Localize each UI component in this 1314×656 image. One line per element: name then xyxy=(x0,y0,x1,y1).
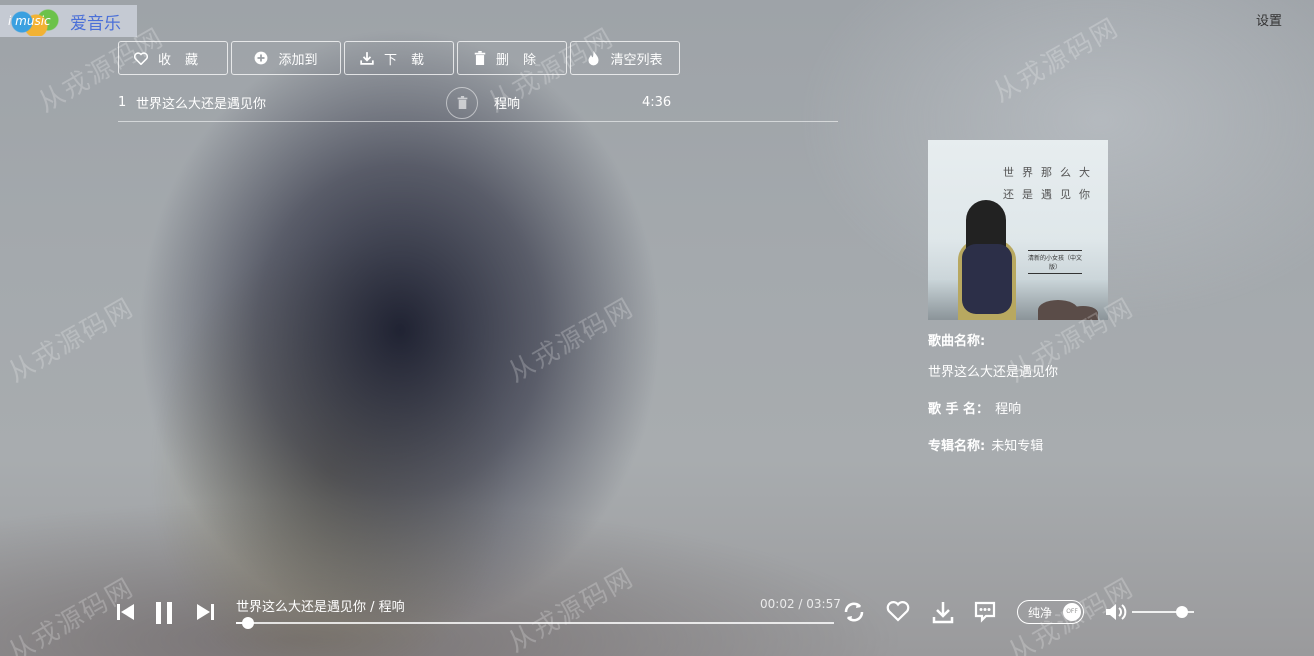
volume-button[interactable] xyxy=(1104,600,1128,628)
artist-label: 歌 手 名： xyxy=(928,402,990,417)
logo-mark: i music xyxy=(2,6,64,36)
pure-mode-label: 纯净 xyxy=(1028,605,1053,620)
cover-title-line1: 世界那么大 xyxy=(1003,166,1098,179)
pause-button[interactable] xyxy=(154,601,174,629)
playlist-row[interactable]: 1 世界这么大还是遇见你 程响 4:36 xyxy=(118,84,838,122)
toolbar: 收藏 添加到 下载 删除 清空列表 xyxy=(118,41,683,75)
trash-icon xyxy=(474,51,486,65)
album-label: 专辑名称: xyxy=(928,439,986,454)
row-duration: 4:36 xyxy=(642,95,672,110)
progress-bar[interactable] xyxy=(236,617,834,629)
add-to-label: 添加到 xyxy=(278,52,318,68)
download-button[interactable]: 下载 xyxy=(344,41,454,75)
playback-time: 00:02 / 03:57 xyxy=(760,597,841,611)
cover-title-line2: 还是遇见你 xyxy=(1003,188,1098,201)
cover-subtitle: 清新的小女孩（中文版） xyxy=(1028,250,1082,274)
settings-link[interactable]: 设置 xyxy=(1256,10,1282,29)
watermark: 从戎源码网 xyxy=(3,292,140,389)
pure-mode-toggle[interactable]: 纯净 OFF xyxy=(1017,600,1084,624)
like-button[interactable] xyxy=(886,600,910,626)
clear-list-button[interactable]: 清空列表 xyxy=(570,41,680,75)
add-to-button[interactable]: 添加到 xyxy=(231,41,341,75)
heart-outline-icon xyxy=(886,601,910,622)
delete-button[interactable]: 删除 xyxy=(457,41,567,75)
song-info-panel: 世界那么大 还是遇见你 清新的小女孩（中文版） 歌曲名称: 世界这么大还是遇见你… xyxy=(928,140,1128,454)
row-song-name[interactable]: 世界这么大还是遇见你 xyxy=(136,93,446,112)
loop-icon xyxy=(844,602,864,622)
previous-icon xyxy=(117,604,134,620)
trash-icon xyxy=(457,96,467,109)
fire-icon xyxy=(587,50,600,66)
playlist: 1 世界这么大还是遇见你 程响 4:36 xyxy=(118,84,838,122)
loop-button[interactable] xyxy=(842,600,866,628)
download-icon xyxy=(932,602,954,624)
album-line: 专辑名称: 未知专辑 xyxy=(928,435,1128,454)
watermark: 从戎源码网 xyxy=(988,12,1125,109)
previous-button[interactable] xyxy=(116,602,136,626)
row-artist[interactable]: 程响 xyxy=(494,93,642,112)
song-name-value: 世界这么大还是遇见你 xyxy=(928,365,1059,380)
comment-icon xyxy=(974,601,996,623)
plus-circle-icon xyxy=(254,51,268,65)
row-index: 1 xyxy=(118,95,127,110)
favorite-button[interactable]: 收藏 xyxy=(118,41,228,75)
clear-list-label: 清空列表 xyxy=(610,52,663,68)
progress-handle[interactable] xyxy=(241,617,254,629)
album-value: 未知专辑 xyxy=(991,439,1044,454)
favorite-label: 收藏 xyxy=(157,52,212,68)
next-icon xyxy=(197,604,214,620)
pure-mode-state: OFF xyxy=(1063,603,1081,621)
heart-icon xyxy=(133,51,148,65)
download-label: 下载 xyxy=(383,52,438,68)
app-logo[interactable]: i music 爱音乐 xyxy=(0,5,137,37)
row-delete-button[interactable] xyxy=(446,86,478,119)
song-name-label: 歌曲名称: xyxy=(928,334,986,349)
volume-slider[interactable] xyxy=(1132,606,1194,618)
comments-button[interactable] xyxy=(973,600,997,628)
artist-line: 歌 手 名： 程响 xyxy=(928,398,1128,417)
now-playing-text: 世界这么大还是遇见你 / 程响 xyxy=(236,600,405,615)
download-icon xyxy=(360,51,374,65)
next-button[interactable] xyxy=(195,602,215,626)
logo-text: 爱音乐 xyxy=(70,13,121,34)
download-song-button[interactable] xyxy=(931,600,955,628)
album-cover: 世界那么大 还是遇见你 清新的小女孩（中文版） xyxy=(928,140,1108,320)
player-bar: 世界这么大还是遇见你 / 程响 00:02 / 03:57 纯净 OFF xyxy=(116,592,1206,632)
volume-icon xyxy=(1106,604,1127,620)
watermark: 从戎源码网 xyxy=(503,292,640,389)
volume-handle[interactable] xyxy=(1175,606,1188,618)
artist-value: 程响 xyxy=(995,402,1022,417)
delete-label: 删除 xyxy=(495,52,550,68)
pause-icon xyxy=(156,602,172,624)
